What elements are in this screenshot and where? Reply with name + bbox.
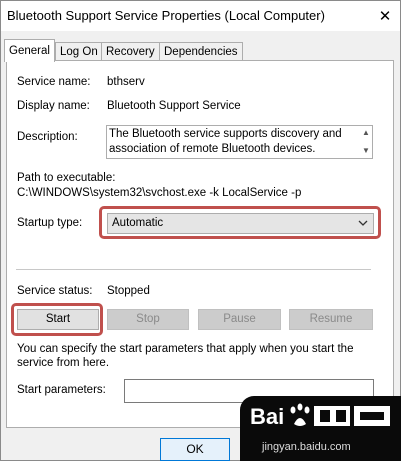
scroll-up-icon[interactable]: ▲ [361, 128, 371, 138]
resume-button[interactable]: Resume [289, 309, 373, 330]
close-icon: ✕ [378, 8, 392, 25]
startup-type-highlight [99, 206, 381, 239]
display-name-value: Bluetooth Support Service [107, 100, 241, 112]
section-divider [16, 269, 371, 270]
baidu-logo-icon: Bai [250, 403, 390, 429]
scroll-down-icon[interactable]: ▼ [361, 146, 371, 156]
start-parameters-help: You can specify the start parameters tha… [17, 343, 354, 369]
tab-log-on-label: Log On [60, 46, 98, 58]
tab-general[interactable]: General [4, 39, 55, 62]
description-text: The Bluetooth service supports discovery… [109, 128, 342, 155]
ok-button[interactable]: OK [160, 438, 230, 461]
start-parameters-label: Start parameters: [17, 384, 106, 396]
stop-button[interactable]: Stop [107, 309, 189, 330]
tab-log-on[interactable]: Log On [55, 42, 103, 61]
service-name-label: Service name: [17, 76, 91, 88]
close-button[interactable]: ✕ [370, 3, 400, 29]
startup-type-label: Startup type: [17, 217, 83, 229]
general-tab-panel [6, 60, 394, 428]
path-label: Path to executable: [17, 172, 116, 184]
description-box[interactable]: The Bluetooth service supports discovery… [106, 125, 373, 159]
service-status-label: Service status: [17, 285, 93, 297]
start-button-highlight [11, 303, 103, 336]
tab-dependencies[interactable]: Dependencies [159, 42, 243, 61]
service-name-value: bthserv [107, 76, 145, 88]
path-value: C:\WINDOWS\system32\svchost.exe -k Local… [17, 187, 302, 199]
watermark-url: jingyan.baidu.com [262, 441, 351, 453]
description-label: Description: [17, 131, 78, 143]
window-title: Bluetooth Support Service Properties (Lo… [7, 8, 325, 23]
tab-recovery[interactable]: Recovery [101, 42, 160, 61]
tab-recovery-label: Recovery [106, 46, 155, 58]
pause-button[interactable]: Pause [198, 309, 281, 330]
service-status-value: Stopped [107, 285, 150, 297]
tab-general-label: General [9, 45, 50, 57]
display-name-label: Display name: [17, 100, 90, 112]
title-bar: Bluetooth Support Service Properties (Lo… [1, 1, 400, 31]
tab-dependencies-label: Dependencies [164, 46, 238, 58]
svg-text:Bai: Bai [250, 404, 284, 429]
